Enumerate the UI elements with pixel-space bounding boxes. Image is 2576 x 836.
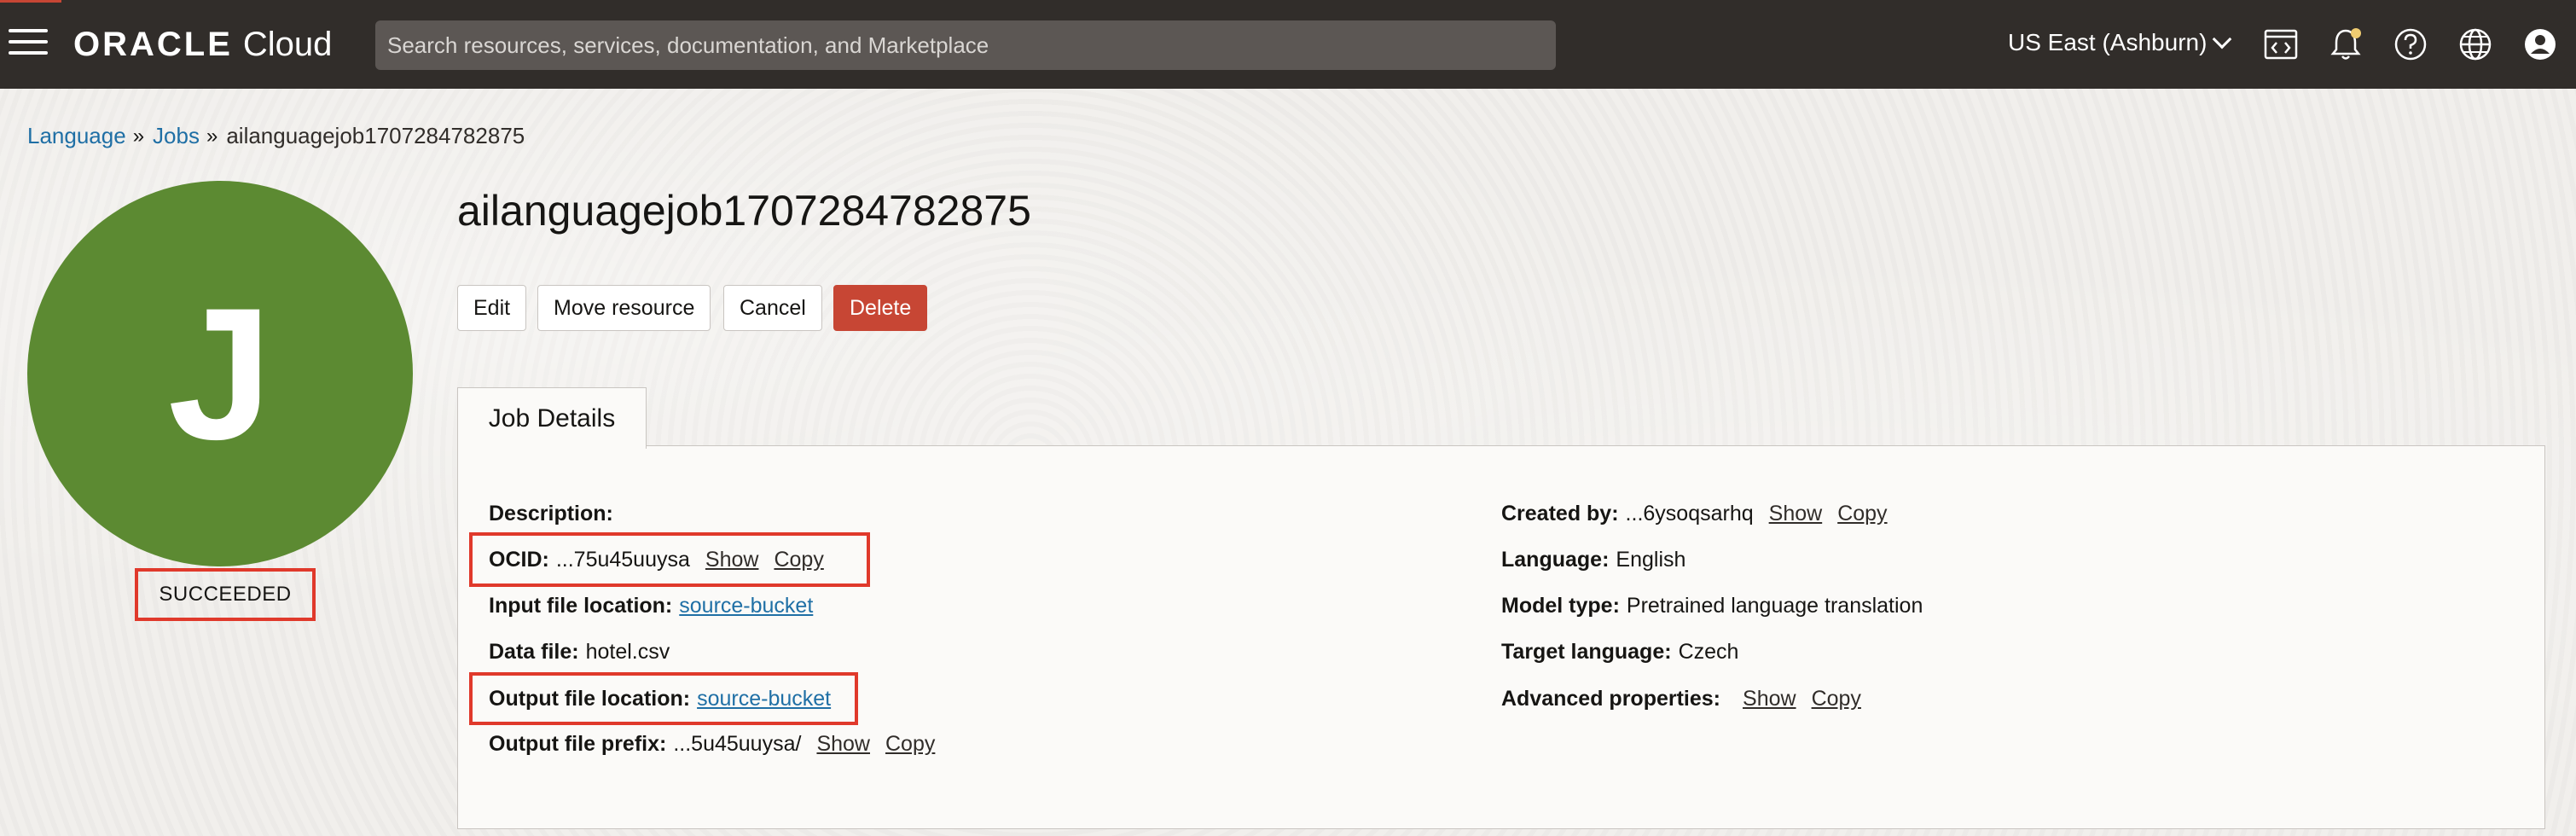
created-by-copy-link[interactable]: Copy bbox=[1837, 502, 1887, 526]
model-type-value: Pretrained language translation bbox=[1626, 594, 1923, 618]
data-file-value: hotel.csv bbox=[585, 640, 670, 664]
data-file-row: Data file: hotel.csv bbox=[489, 640, 670, 665]
ocid-show-link[interactable]: Show bbox=[705, 548, 759, 572]
output-location-link[interactable]: source-bucket bbox=[697, 687, 831, 711]
help-icon[interactable] bbox=[2392, 26, 2429, 63]
accent-strip bbox=[0, 0, 61, 3]
status-badge: SUCCEEDED bbox=[135, 568, 316, 621]
prefix-copy-link[interactable]: Copy bbox=[885, 732, 935, 757]
prefix-show-link[interactable]: Show bbox=[816, 732, 870, 757]
oracle-cloud-logo[interactable]: ORACLE Cloud bbox=[73, 24, 332, 65]
menu-icon[interactable] bbox=[9, 29, 48, 60]
region-label: US East (Ashburn) bbox=[2008, 29, 2208, 55]
advanced-properties-row: Advanced properties: Show Copy bbox=[1501, 687, 1861, 711]
output-location-row: Output file location: source-bucket bbox=[489, 687, 831, 711]
created-by-row: Created by: ...6ysoqsarhq Show Copy bbox=[1501, 502, 1888, 526]
cancel-button[interactable]: Cancel bbox=[723, 285, 822, 331]
move-resource-button[interactable]: Move resource bbox=[537, 285, 711, 331]
job-avatar: J bbox=[27, 181, 413, 566]
advanced-copy-link[interactable]: Copy bbox=[1812, 687, 1861, 711]
page-title: ailanguagejob1707284782875 bbox=[457, 187, 1031, 235]
ocid-value: ...75u45uuysa bbox=[555, 548, 690, 572]
logo-cloud-text: Cloud bbox=[242, 25, 333, 63]
user-icon[interactable] bbox=[2521, 26, 2559, 63]
output-prefix-label: Output file prefix: bbox=[489, 732, 667, 756]
description-label: Description: bbox=[489, 502, 613, 525]
code-editor-icon[interactable] bbox=[2262, 26, 2300, 63]
advanced-properties-label: Advanced properties: bbox=[1501, 687, 1721, 711]
output-prefix-value: ...5u45uuysa/ bbox=[673, 732, 802, 756]
target-language-row: Target language: Czech bbox=[1501, 640, 1738, 665]
language-row: Language: English bbox=[1501, 548, 1685, 572]
logo-oracle-text: ORACLE bbox=[73, 25, 233, 63]
breadcrumb-separator: » bbox=[206, 124, 218, 148]
language-value: English bbox=[1616, 548, 1686, 572]
input-location-link[interactable]: source-bucket bbox=[679, 594, 813, 618]
data-file-label: Data file: bbox=[489, 640, 579, 664]
breadcrumb: Language » Jobs » ailanguagejob170728478… bbox=[27, 123, 525, 149]
model-type-label: Model type: bbox=[1501, 594, 1620, 618]
advanced-show-link[interactable]: Show bbox=[1743, 687, 1796, 711]
input-location-row: Input file location: source-bucket bbox=[489, 594, 813, 618]
breadcrumb-current: ailanguagejob1707284782875 bbox=[226, 123, 525, 148]
edit-button[interactable]: Edit bbox=[457, 285, 527, 331]
delete-button[interactable]: Delete bbox=[833, 285, 928, 331]
model-type-row: Model type: Pretrained language translat… bbox=[1501, 594, 1923, 618]
ocid-copy-link[interactable]: Copy bbox=[774, 548, 823, 572]
created-by-value: ...6ysoqsarhq bbox=[1625, 502, 1754, 525]
bell-icon[interactable] bbox=[2327, 26, 2364, 63]
created-by-show-link[interactable]: Show bbox=[1769, 502, 1823, 526]
region-selector[interactable]: US East (Ashburn) bbox=[2008, 29, 2232, 56]
top-navigation-bar: ORACLE Cloud Search resources, services,… bbox=[0, 0, 2576, 89]
breadcrumb-separator: » bbox=[132, 124, 145, 148]
breadcrumb-jobs[interactable]: Jobs bbox=[153, 123, 200, 149]
output-prefix-row: Output file prefix: ...5u45uuysa/ Show C… bbox=[489, 732, 935, 757]
status-text: SUCCEEDED bbox=[159, 583, 292, 606]
target-language-value: Czech bbox=[1678, 640, 1739, 664]
ocid-label: OCID: bbox=[489, 548, 549, 572]
language-label: Language: bbox=[1501, 548, 1610, 572]
input-location-label: Input file location: bbox=[489, 594, 673, 618]
search-input[interactable]: Search resources, services, documentatio… bbox=[375, 20, 1556, 70]
target-language-label: Target language: bbox=[1501, 640, 1672, 664]
globe-icon[interactable] bbox=[2457, 26, 2494, 63]
breadcrumb-language[interactable]: Language bbox=[27, 123, 126, 149]
output-location-label: Output file location: bbox=[489, 687, 691, 711]
created-by-label: Created by: bbox=[1501, 502, 1619, 525]
chevron-down-icon bbox=[2213, 29, 2232, 49]
ocid-row: OCID: ...75u45uuysa Show Copy bbox=[489, 548, 824, 572]
tab-job-details[interactable]: Job Details bbox=[457, 387, 647, 449]
description-row: Description: bbox=[489, 502, 620, 526]
